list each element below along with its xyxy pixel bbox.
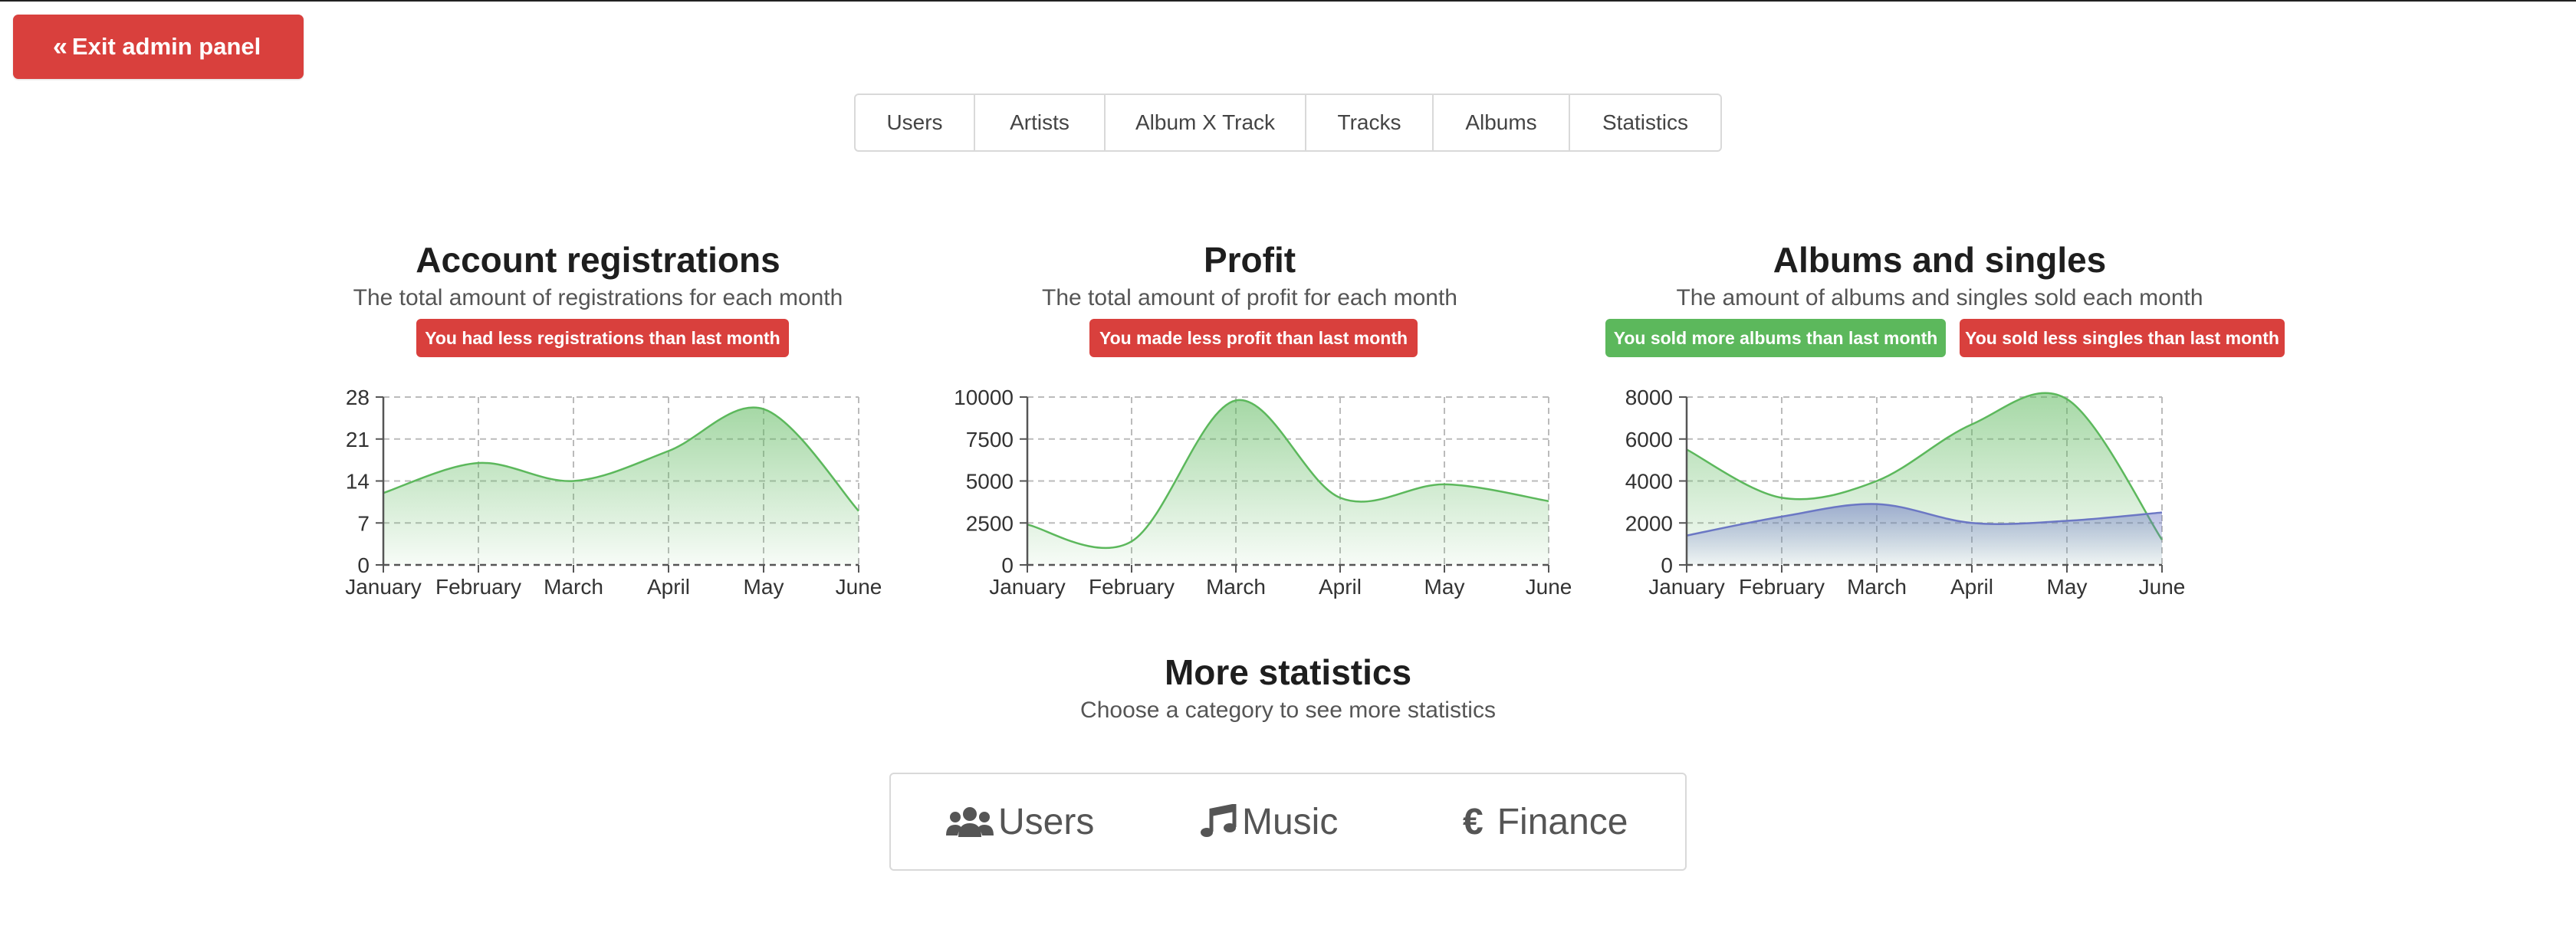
x-tick-label: April [647, 575, 690, 599]
exit-admin-panel-button[interactable]: « Exit admin panel [13, 15, 304, 79]
y-tick-label: 5000 [966, 470, 1014, 494]
exit-button-label: Exit admin panel [71, 33, 261, 60]
x-tick-label: June [2139, 575, 2186, 599]
x-tick-label: June [836, 575, 882, 599]
registrations-title: Account registrations [416, 240, 780, 280]
top-border [0, 0, 2576, 2]
category-finance[interactable]: € Finance [1463, 774, 1628, 869]
y-tick-label: 0 [357, 553, 370, 577]
y-tick-label: 0 [1001, 553, 1014, 577]
euro-icon: € [1463, 801, 1484, 842]
x-tick-label: May [744, 575, 784, 599]
category-users[interactable]: Users [946, 774, 1094, 869]
albums-badge: You sold more albums than last month [1605, 319, 1946, 357]
category-users-label: Users [998, 801, 1095, 842]
x-tick-label: January [345, 575, 422, 599]
y-tick-label: 7500 [966, 428, 1014, 451]
x-tick-label: January [989, 575, 1066, 599]
category-music-label: Music [1242, 801, 1339, 842]
x-tick-label: February [1089, 575, 1175, 599]
profit-badge: You made less profit than last month [1089, 319, 1418, 357]
series-area [1027, 399, 1549, 565]
registrations-chart: 0 7 14 21 28 January February March April May June [345, 386, 882, 599]
tab-artists[interactable]: Artists [975, 95, 1106, 150]
x-tick-label: January [1648, 575, 1725, 599]
category-finance-label: Finance [1497, 801, 1628, 842]
y-tick-label: 6000 [1625, 428, 1673, 451]
more-statistics-title: More statistics [1164, 652, 1412, 692]
y-tick-label: 2500 [966, 511, 1014, 535]
y-tick-label: 10000 [954, 386, 1014, 409]
profit-subtitle: The total amount of profit for each mont… [1042, 285, 1457, 310]
tab-albums[interactable]: Albums [1434, 95, 1570, 150]
admin-tabs: Users Artists Album X Track Tracks Album… [854, 94, 1722, 152]
registrations-badge: You had less registrations than last mon… [416, 319, 789, 357]
x-tick-label: May [2047, 575, 2088, 599]
y-tick-label: 2000 [1625, 511, 1673, 535]
tab-album-x-track[interactable]: Album X Track [1106, 95, 1306, 150]
profit-chart: 0 2500 5000 7500 10000 January February March Ap… [954, 386, 1572, 599]
y-tick-label: 8000 [1625, 386, 1673, 409]
category-selector: Users Music € Finance [889, 773, 1687, 871]
chevrons-left-icon: « [53, 31, 67, 61]
y-tick-label: 21 [346, 428, 370, 451]
series-area [383, 407, 859, 565]
singles-badge: You sold less singles than last month [1960, 319, 2285, 357]
y-tick-label: 28 [346, 386, 370, 409]
x-tick-label: March [1206, 575, 1266, 599]
y-tick-label: 7 [357, 511, 370, 535]
x-tick-label: February [435, 575, 521, 599]
y-tick-label: 0 [1661, 553, 1673, 577]
x-tick-label: April [1950, 575, 1993, 599]
tab-tracks[interactable]: Tracks [1306, 95, 1434, 150]
albums-singles-chart: 0 2000 4000 6000 8000 January February March Apr… [1625, 386, 2186, 599]
users-icon [946, 807, 994, 837]
category-music[interactable]: Music [1201, 774, 1338, 869]
y-tick-label: 4000 [1625, 470, 1673, 494]
albums-singles-title: Albums and singles [1773, 240, 2107, 280]
x-tick-label: May [1424, 575, 1465, 599]
more-statistics-subtitle: Choose a category to see more statistics [1080, 698, 1496, 723]
music-note-icon [1201, 804, 1237, 837]
albums-singles-subtitle: The amount of albums and singles sold ea… [1676, 285, 2203, 310]
tab-users[interactable]: Users [856, 95, 975, 150]
profit-title: Profit [1203, 240, 1296, 280]
y-tick-label: 14 [346, 470, 370, 494]
x-tick-label: April [1319, 575, 1362, 599]
registrations-subtitle: The total amount of registrations for ea… [353, 285, 843, 310]
tab-statistics[interactable]: Statistics [1570, 95, 1720, 150]
x-tick-label: March [1847, 575, 1907, 599]
x-tick-label: June [1526, 575, 1572, 599]
x-tick-label: March [544, 575, 603, 599]
x-tick-label: February [1739, 575, 1825, 599]
